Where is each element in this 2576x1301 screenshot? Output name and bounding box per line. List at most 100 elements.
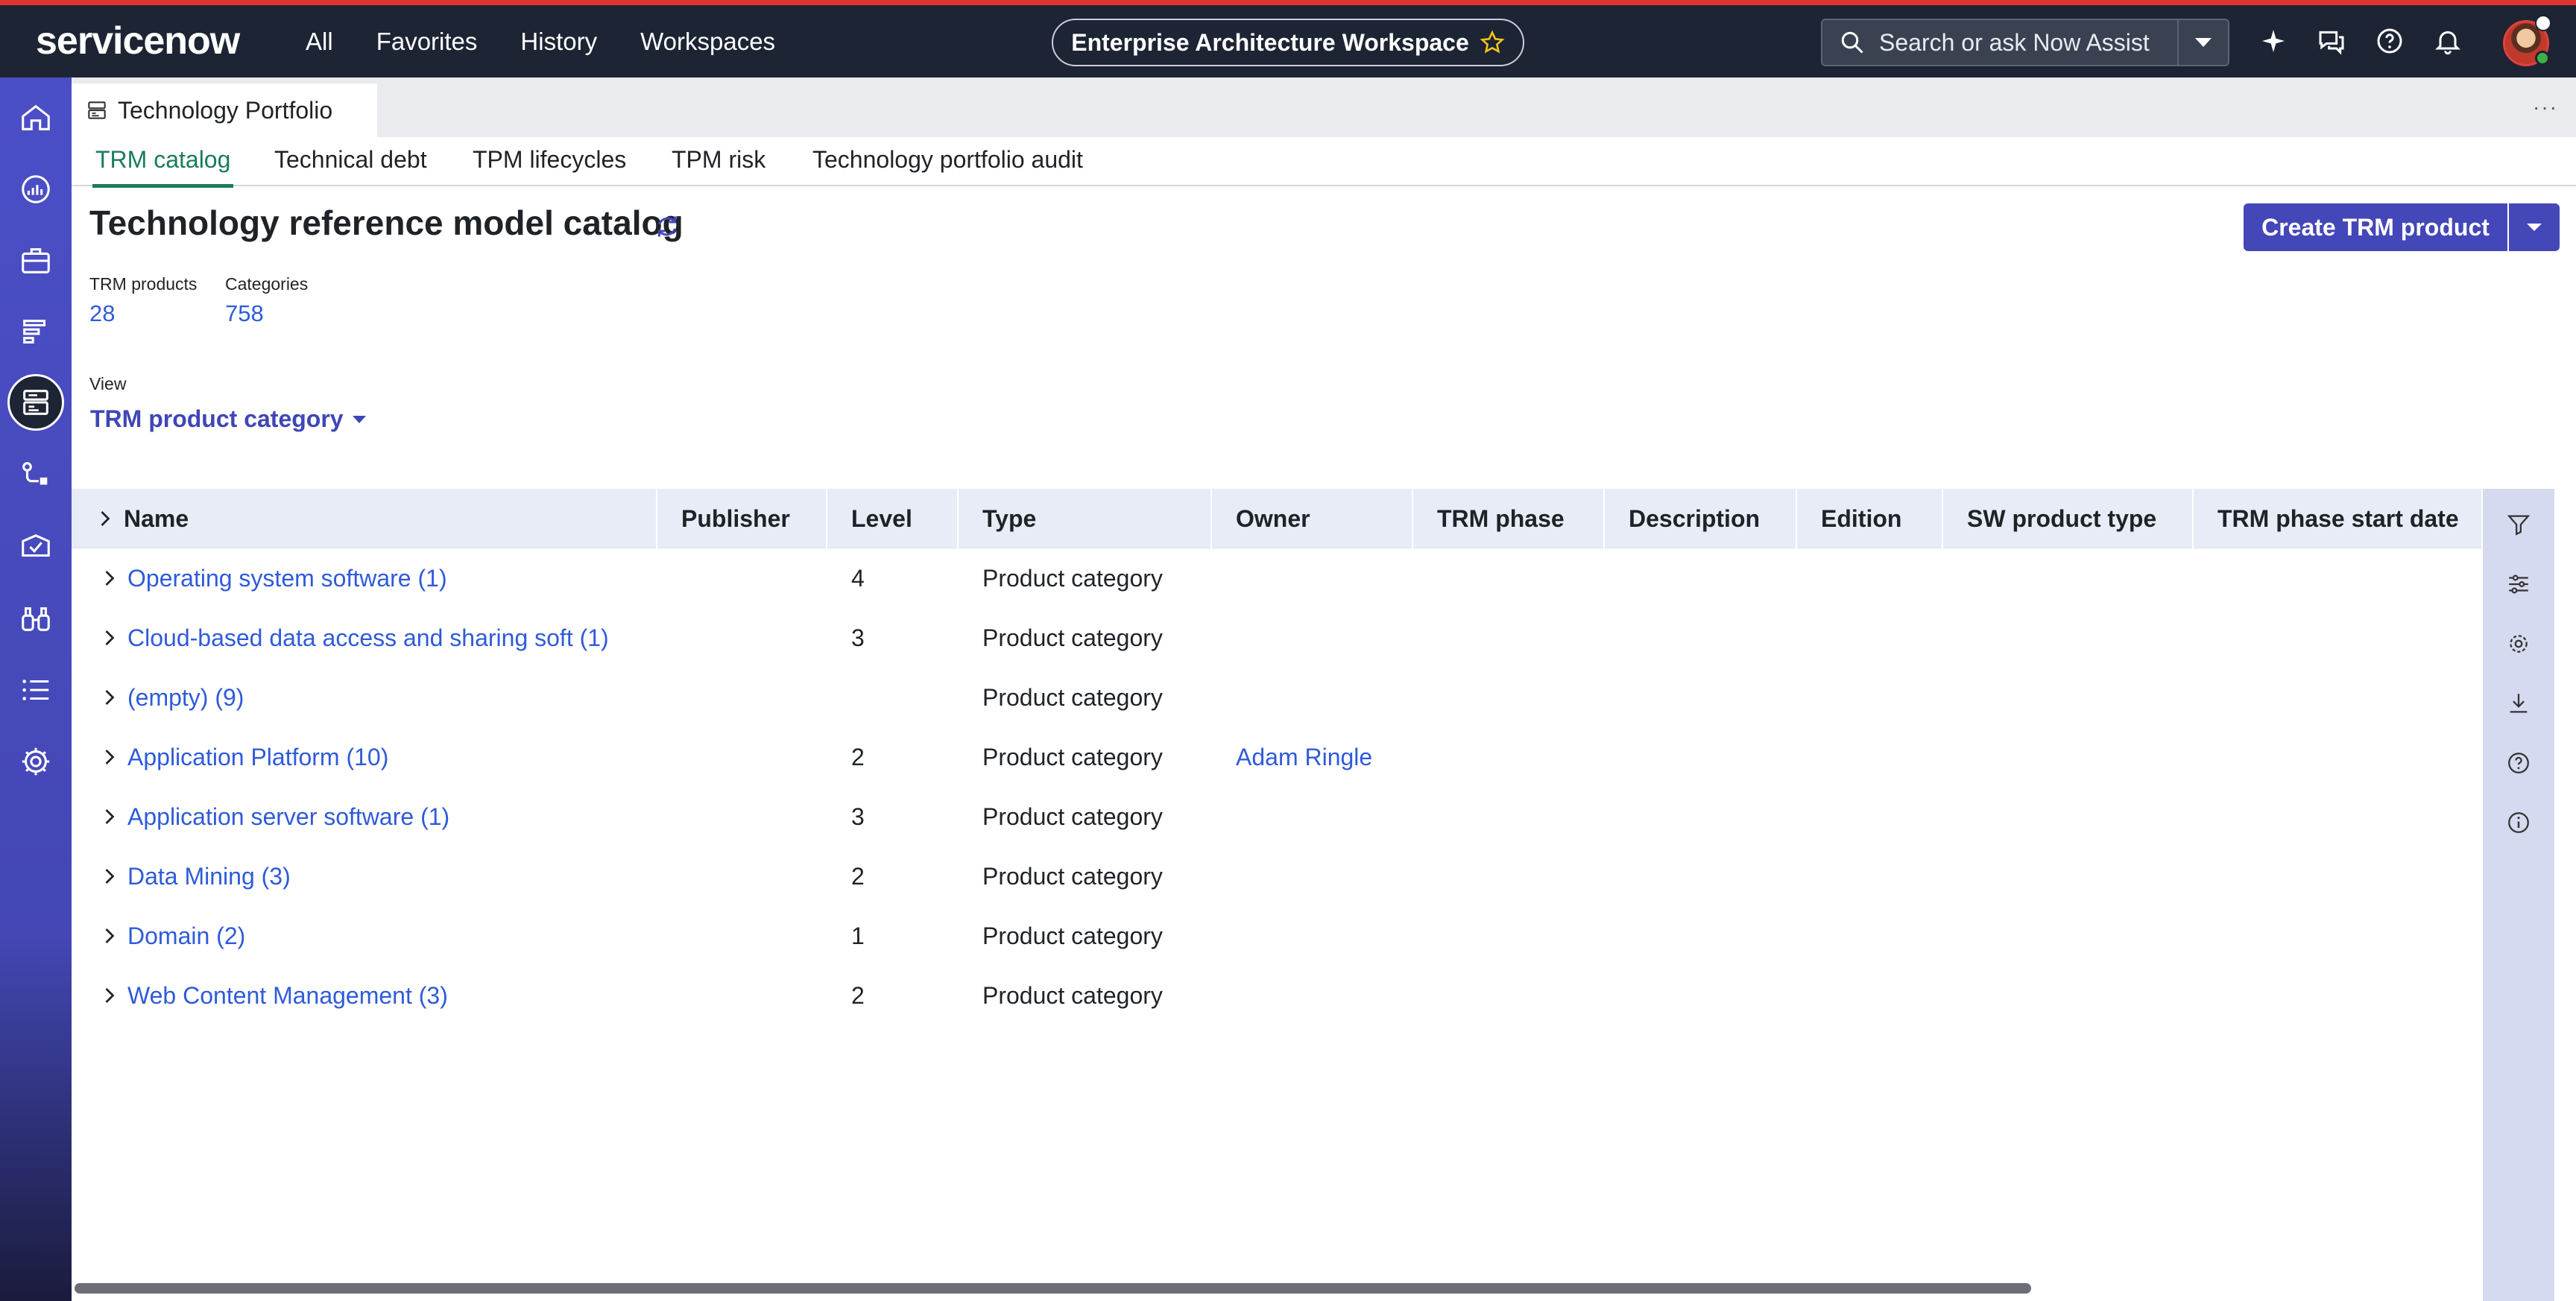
star-icon[interactable]: [1480, 30, 1505, 55]
chevron-right-icon[interactable]: [101, 987, 118, 1004]
row-name-link[interactable]: Application server software (1): [127, 787, 449, 846]
nav-all[interactable]: All: [306, 25, 333, 59]
row-level: 4: [851, 565, 865, 592]
create-trm-product-label[interactable]: Create TRM product: [2244, 203, 2509, 251]
tab-trm-catalog[interactable]: TRM catalog: [92, 143, 234, 188]
row-name-link[interactable]: (empty) (9): [127, 668, 244, 727]
tab-tpm-risk[interactable]: TPM risk: [672, 143, 765, 176]
row-name-link[interactable]: Application Platform (10): [127, 727, 388, 787]
column-header-owner[interactable]: Owner: [1212, 489, 1413, 548]
flow-icon[interactable]: [12, 452, 60, 499]
help-icon[interactable]: [2375, 26, 2405, 56]
nav-history[interactable]: History: [520, 25, 597, 59]
table-row: Domain (2) 1 Product category: [72, 906, 2483, 966]
row-type: Product category: [982, 922, 1163, 949]
row-level: 3: [851, 803, 865, 830]
row-owner[interactable]: Adam Ringle: [1236, 727, 1372, 787]
help-icon[interactable]: [2502, 747, 2535, 779]
column-header-sw-product-type[interactable]: SW product type: [1943, 489, 2194, 548]
online-status-dot: [2535, 51, 2550, 66]
column-header-edition[interactable]: Edition: [1797, 489, 1943, 548]
servicenow-logo[interactable]: servicenow: [36, 19, 240, 63]
create-trm-product-button[interactable]: Create TRM product: [2244, 203, 2560, 251]
view-selector[interactable]: TRM product category: [90, 405, 367, 433]
global-search[interactable]: [1821, 19, 2229, 66]
chevron-right-icon[interactable]: [101, 629, 118, 647]
bell-icon[interactable]: [2433, 26, 2463, 56]
row-level: 2: [851, 863, 865, 890]
approvals-icon[interactable]: [12, 523, 60, 571]
gear-icon[interactable]: [2502, 627, 2535, 660]
tab-technical-debt[interactable]: Technical debt: [274, 143, 427, 176]
row-name-link[interactable]: Web Content Management (3): [127, 966, 448, 1025]
chevron-right-icon[interactable]: [101, 748, 118, 766]
chevron-right-icon[interactable]: [101, 927, 118, 945]
table-row: Cloud-based data access and sharing soft…: [72, 608, 2483, 668]
left-sidebar: [0, 77, 72, 1301]
workspace-title-pill[interactable]: Enterprise Architecture Workspace: [1052, 19, 1524, 66]
tab-tpm-lifecycles[interactable]: TPM lifecycles: [473, 143, 626, 176]
settings-icon[interactable]: [12, 738, 60, 785]
row-name-link[interactable]: Operating system software (1): [127, 548, 447, 608]
avatar-badge: [2535, 15, 2551, 31]
table-row: Web Content Management (3) 2 Product cat…: [72, 966, 2483, 1025]
sparkle-icon[interactable]: [2258, 26, 2288, 56]
row-type: Product category: [982, 982, 1163, 1009]
column-header-level[interactable]: Level: [827, 489, 959, 548]
search-scope-dropdown[interactable]: [2177, 20, 2228, 65]
workspace-tab-strip: Technology Portfolio ···: [72, 77, 2576, 137]
info-icon[interactable]: [2502, 806, 2535, 839]
trm-catalog-table: Name Publisher Level Type Owner TRM phas…: [72, 489, 2483, 1025]
column-header-publisher[interactable]: Publisher: [657, 489, 827, 548]
column-header-name[interactable]: Name: [72, 489, 657, 548]
chevron-right-icon[interactable]: [101, 569, 118, 587]
chevron-right-icon[interactable]: [101, 867, 118, 885]
search-input[interactable]: [1879, 28, 2162, 57]
table-tools-rail: [2483, 489, 2554, 1301]
table-row: Application Platform (10) 2 Product cate…: [72, 727, 2483, 787]
sub-tabs: TRM catalog Technical debt TPM lifecycle…: [72, 137, 2576, 188]
portfolio-icon[interactable]: [12, 237, 60, 285]
row-type: Product category: [982, 744, 1163, 770]
adjust-icon[interactable]: [2502, 568, 2535, 601]
stat-label: Categories: [225, 274, 309, 294]
stat-value[interactable]: 28: [89, 300, 197, 327]
row-type: Product category: [982, 684, 1163, 711]
dashboard-icon[interactable]: [12, 165, 60, 213]
caret-down-icon: [2527, 224, 2542, 231]
catalog-icon[interactable]: [7, 374, 64, 431]
row-name-link[interactable]: Cloud-based data access and sharing soft…: [127, 608, 609, 668]
nav-favorites[interactable]: Favorites: [376, 25, 478, 59]
filter-icon[interactable]: [2502, 508, 2535, 541]
binoculars-icon[interactable]: [12, 595, 60, 642]
list-icon[interactable]: [12, 666, 60, 714]
search-icon: [1841, 31, 1863, 54]
horizontal-scrollbar[interactable]: [75, 1283, 2031, 1294]
column-header-description[interactable]: Description: [1605, 489, 1797, 548]
column-header-type[interactable]: Type: [959, 489, 1212, 548]
home-icon[interactable]: [12, 94, 60, 142]
top-nav: All Favorites History Workspaces: [306, 25, 775, 59]
column-header-trm-phase[interactable]: TRM phase: [1413, 489, 1605, 548]
chevron-right-icon[interactable]: [101, 808, 118, 826]
column-header-trm-phase-start-date[interactable]: TRM phase start date: [2194, 489, 2483, 548]
chevron-right-icon[interactable]: [101, 689, 118, 706]
row-type: Product category: [982, 803, 1163, 830]
row-type: Product category: [982, 624, 1163, 651]
stat-trm-products: TRM products 28: [89, 274, 197, 327]
tab-technology-portfolio[interactable]: Technology Portfolio: [72, 83, 377, 137]
create-options-dropdown[interactable]: [2509, 203, 2560, 251]
chat-icon[interactable]: [2317, 26, 2346, 56]
row-name-link[interactable]: Data Mining (3): [127, 846, 291, 906]
user-avatar[interactable]: [2503, 15, 2551, 66]
reports-icon[interactable]: [12, 308, 60, 356]
row-name-link[interactable]: Domain (2): [127, 906, 245, 966]
stat-value[interactable]: 758: [225, 300, 308, 327]
download-icon[interactable]: [2502, 687, 2535, 720]
more-options-icon[interactable]: ···: [2533, 95, 2558, 119]
table-row: Operating system software (1) 4 Product …: [72, 548, 2483, 608]
nav-workspaces[interactable]: Workspaces: [640, 25, 775, 59]
tab-technology-portfolio-audit[interactable]: Technology portfolio audit: [812, 143, 1083, 176]
table-row: Application server software (1) 3 Produc…: [72, 787, 2483, 846]
refresh-icon[interactable]: [654, 213, 681, 240]
